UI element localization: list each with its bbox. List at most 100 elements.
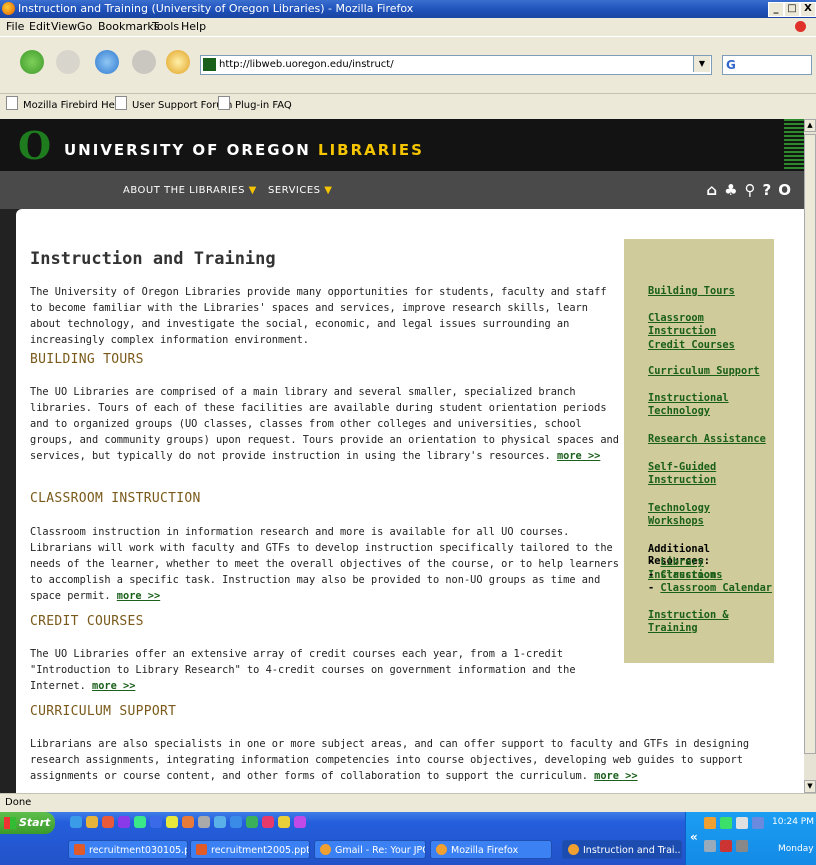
minimize-button[interactable]: _ — [768, 2, 784, 17]
taskbar-button-instruction-training[interactable]: Instruction and Trai... — [562, 840, 682, 859]
forward-button[interactable] — [56, 50, 80, 74]
scroll-up-button[interactable]: ▲ — [804, 119, 816, 132]
tray-expand-icon[interactable]: « — [690, 830, 698, 844]
quicklaunch-app-icon[interactable] — [134, 816, 146, 828]
back-button[interactable] — [20, 50, 44, 74]
bookmarks-toolbar: Mozilla Firebird Help User Support Forum… — [0, 93, 816, 119]
quicklaunch-app-icon[interactable] — [166, 816, 178, 828]
maximize-button[interactable]: □ — [784, 2, 800, 17]
quicklaunch-app-icon[interactable] — [278, 816, 290, 828]
sidebar-link-instruction-training[interactable]: Instruction & Training — [648, 609, 774, 635]
quicklaunch-app-icon[interactable] — [214, 816, 226, 828]
start-button[interactable]: Start — [0, 812, 55, 834]
menu-edit[interactable]: Edit — [29, 18, 50, 36]
quicklaunch-firefox-icon[interactable] — [182, 816, 194, 828]
site-name[interactable]: UNIVERSITY OF OREGON LIBRARIES — [64, 141, 424, 159]
sidebar-link-classrooms[interactable]: Classrooms — [660, 569, 722, 581]
sidebar-link-building-tours[interactable]: Building Tours — [648, 285, 735, 298]
menu-bookmarks[interactable]: Bookmarks — [98, 18, 159, 36]
tray-app-icon[interactable] — [752, 817, 764, 829]
heading-curriculum-support: CURRICULUM SUPPORT — [30, 704, 177, 719]
sidebar-link-research-assistance[interactable]: Research Assistance — [648, 433, 766, 446]
tray-app-icon[interactable] — [704, 817, 716, 829]
powerpoint-icon — [196, 844, 207, 855]
search-box[interactable]: G — [722, 55, 812, 75]
site-nav: ABOUT THE LIBRARIES ▼ SERVICES ▼ ⌂♣⚲?O — [0, 171, 804, 209]
page-icon — [218, 96, 230, 110]
uo-icon[interactable]: O — [778, 181, 798, 199]
quicklaunch-app-icon[interactable] — [198, 816, 210, 828]
sidebar-link-technology-workshops[interactable]: Technology Workshops — [648, 502, 728, 528]
menu-tools[interactable]: Tools — [152, 18, 179, 36]
more-link[interactable]: more >> — [92, 680, 135, 692]
quicklaunch-app-icon[interactable] — [230, 816, 242, 828]
sidebar-link-classroom-calendar[interactable]: Classroom Calendar — [660, 582, 772, 594]
menu-help[interactable]: Help — [181, 18, 206, 36]
quicklaunch-app-icon[interactable] — [294, 816, 306, 828]
quicklaunch-app-icon[interactable] — [86, 816, 98, 828]
scroll-thumb[interactable] — [804, 134, 816, 754]
sidebar-link-curriculum-support[interactable]: Curriculum Support — [648, 365, 760, 378]
credit-courses-text: The UO Libraries offer an extensive arra… — [30, 648, 576, 692]
firefox-icon — [2, 2, 15, 15]
clock[interactable]: 10:24 PM — [772, 817, 814, 827]
home-icon[interactable]: ⌂ — [706, 181, 724, 199]
menu-view[interactable]: View — [51, 18, 77, 36]
vertical-scrollbar[interactable]: ▲ ▼ — [804, 119, 816, 793]
quicklaunch-app-icon[interactable] — [102, 816, 114, 828]
powerpoint-icon — [74, 844, 85, 855]
tray-app-icon[interactable] — [704, 840, 716, 852]
bookmark-user-support-forum[interactable]: User Support Forum — [115, 94, 232, 118]
sitemap-icon[interactable]: ♣ — [724, 181, 744, 199]
quicklaunch-ie-icon[interactable] — [70, 816, 82, 828]
intro-text: The University of Oregon Libraries provi… — [30, 286, 607, 346]
taskbar: Start recruitment030105.ppt recruitment2… — [0, 812, 816, 865]
home-button[interactable] — [166, 50, 190, 74]
tray-network-icon[interactable] — [736, 840, 748, 852]
heading-credit-courses: CREDIT COURSES — [30, 614, 144, 629]
bookmark-plugin-faq[interactable]: Plug-in FAQ — [218, 94, 292, 118]
sidebar-link-instructional-technology[interactable]: Instructional Technology — [648, 392, 729, 418]
stop-button[interactable] — [132, 50, 156, 74]
classroom-instruction-text: Classroom instruction in information res… — [30, 526, 619, 602]
quicklaunch-app-icon[interactable] — [150, 816, 162, 828]
navigation-toolbar: http://libweb.uoregon.edu/instruct/ ▼ G — [0, 36, 816, 93]
tray-app-icon[interactable] — [720, 840, 732, 852]
taskbar-button-mozilla-firefox[interactable]: Mozilla Firefox — [430, 840, 552, 859]
tray-app-icon[interactable] — [720, 817, 732, 829]
tray-app-icon[interactable] — [736, 817, 748, 829]
more-link[interactable]: more >> — [117, 590, 160, 602]
nav-about-libraries[interactable]: ABOUT THE LIBRARIES ▼ — [123, 185, 257, 196]
nav-services[interactable]: SERVICES ▼ — [268, 185, 332, 196]
taskbar-button-recruitment030105[interactable]: recruitment030105.ppt — [68, 840, 188, 859]
reload-button[interactable] — [95, 50, 119, 74]
firefox-icon — [568, 844, 579, 855]
menu-go[interactable]: Go — [77, 18, 92, 36]
quicklaunch-app-icon[interactable] — [262, 816, 274, 828]
taskbar-button-gmail[interactable]: Gmail - Re: Your JPGS - ... — [314, 840, 426, 859]
scroll-down-button[interactable]: ▼ — [804, 780, 816, 793]
menu-file[interactable]: File — [6, 18, 24, 36]
uo-logo[interactable]: O — [18, 127, 51, 165]
menu-bar: File Edit View Go Bookmarks Tools Help — [0, 18, 816, 36]
sidebar-link-classroom-instruction[interactable]: Classroom Instruction — [648, 312, 774, 338]
help-icon[interactable]: ? — [763, 181, 779, 199]
search-icon[interactable]: ⚲ — [745, 181, 763, 199]
quicklaunch-app-icon[interactable] — [118, 816, 130, 828]
curriculum-support-text: Librarians are also specialists in one o… — [30, 738, 750, 782]
close-button[interactable]: X — [800, 2, 816, 17]
address-bar[interactable]: http://libweb.uoregon.edu/instruct/ — [200, 55, 712, 75]
quicklaunch-app-icon[interactable] — [246, 816, 258, 828]
firefox-icon — [320, 844, 331, 855]
window-titlebar[interactable]: Instruction and Training (University of … — [0, 0, 816, 18]
address-dropdown-button[interactable]: ▼ — [693, 56, 710, 72]
taskbar-button-recruitment2005[interactable]: recruitment2005.ppt — [190, 840, 310, 859]
more-link[interactable]: more >> — [594, 770, 637, 782]
status-text: Done — [5, 797, 32, 808]
bookmark-firebird-help[interactable]: Mozilla Firebird Help — [6, 94, 124, 118]
firefox-icon — [436, 844, 447, 855]
sidebar-link-self-guided-instruction[interactable]: Self-Guided Instruction — [648, 461, 728, 487]
sidebar-link-credit-courses[interactable]: Credit Courses — [648, 339, 735, 352]
more-link[interactable]: more >> — [557, 450, 600, 462]
status-bar: Done — [0, 793, 816, 812]
